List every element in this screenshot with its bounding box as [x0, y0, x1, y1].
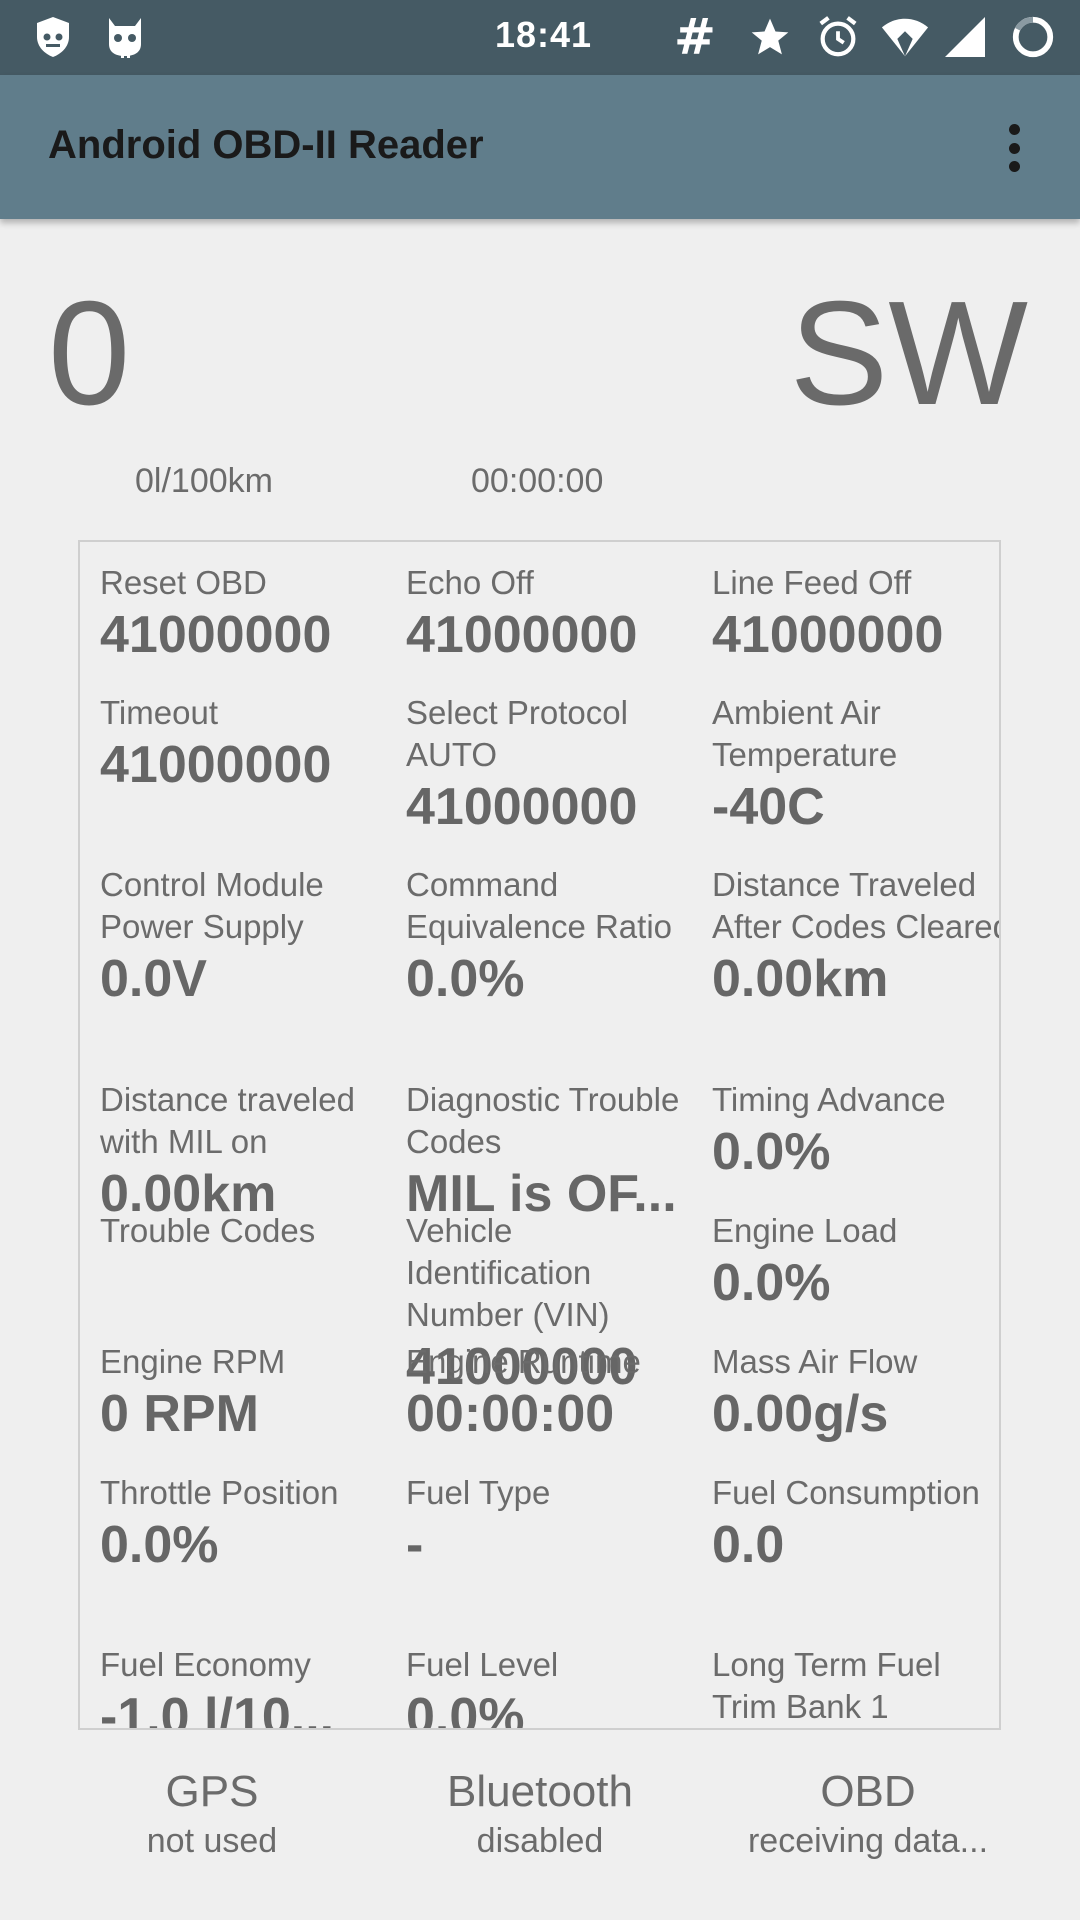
reading-fuel-consumption: Fuel Consumption 0.0: [712, 1474, 980, 1574]
reading-control-module-power-supply: Control Module Power Supply 0.0V: [100, 866, 324, 1008]
obd-status: OBD receiving data...: [747, 1767, 989, 1860]
signal-icon: [940, 12, 990, 62]
reading-distance-after-codes-cleared: Distance Traveled After Codes Cleared 0.0…: [712, 866, 1001, 1008]
app-title: Android OBD-II Reader: [48, 123, 484, 167]
reading-long-term-fuel-trim-bank-1: Long Term Fuel Trim Bank 1: [712, 1646, 941, 1725]
reading-ambient-air-temperature: Ambient Air Temperature -40C: [712, 694, 898, 836]
reading-diagnostic-trouble-codes: Diagnostic Trouble Codes MIL is OF...: [406, 1081, 680, 1223]
reading-engine-load: Engine Load 0.0%: [712, 1212, 898, 1312]
reading-echo-off: Echo Off 41000000: [406, 564, 638, 664]
trip-time: 00:00:00: [471, 462, 604, 500]
reading-fuel-type: Fuel Type -: [406, 1474, 551, 1574]
readings-panel[interactable]: Reset OBD 41000000 Echo Off 41000000 Line …: [78, 540, 1001, 1730]
compass-direction: SW: [789, 271, 1028, 436]
speed-readout: 0: [48, 271, 131, 436]
fuel-consumption-summary: 0l/100km: [135, 462, 273, 500]
cyanogen-mascot-icon: [100, 12, 150, 62]
reading-select-protocol: Select Protocol AUTO 41000000: [406, 694, 638, 836]
reading-line-feed-off: Line Feed Off 41000000: [712, 564, 944, 664]
star-icon: [745, 12, 795, 62]
reading-timing-advance: Timing Advance 0.0%: [712, 1081, 946, 1181]
status-bar: 18:41 #: [0, 0, 1080, 75]
reading-reset-obd: Reset OBD 41000000: [100, 564, 332, 664]
reading-fuel-level: Fuel Level 0.0%: [406, 1646, 559, 1730]
reading-engine-runtime: Engine Runtime 00:00:00: [406, 1343, 641, 1443]
alarm-icon: [813, 12, 863, 62]
bluetooth-status: Bluetooth disabled: [447, 1767, 633, 1860]
reading-timeout: Timeout 41000000: [100, 694, 332, 794]
reading-fuel-economy: Fuel Economy -1.0 l/10...: [100, 1646, 335, 1730]
reading-engine-rpm: Engine RPM 0 RPM: [100, 1343, 286, 1443]
reading-throttle-position: Throttle Position 0.0%: [100, 1474, 339, 1574]
hash-icon: #: [674, 8, 716, 66]
app-bar: Android OBD-II Reader: [0, 75, 1080, 219]
reading-command-equivalence-ratio: Command Equivalence Ratio 0.0%: [406, 866, 672, 1008]
shield-icon: [28, 12, 78, 62]
more-vert-icon[interactable]: [990, 120, 1038, 176]
battery-ring-icon: [1008, 12, 1058, 62]
reading-trouble-codes: Trouble Codes: [100, 1212, 316, 1249]
status-time: 18:41: [495, 14, 593, 55]
reading-mass-air-flow: Mass Air Flow 0.00g/s: [712, 1343, 918, 1443]
gps-status: GPS not used: [146, 1767, 278, 1860]
reading-distance-with-mil-on: Distance traveled with MIL on 0.00km: [100, 1081, 355, 1223]
wifi-icon: [880, 12, 930, 62]
